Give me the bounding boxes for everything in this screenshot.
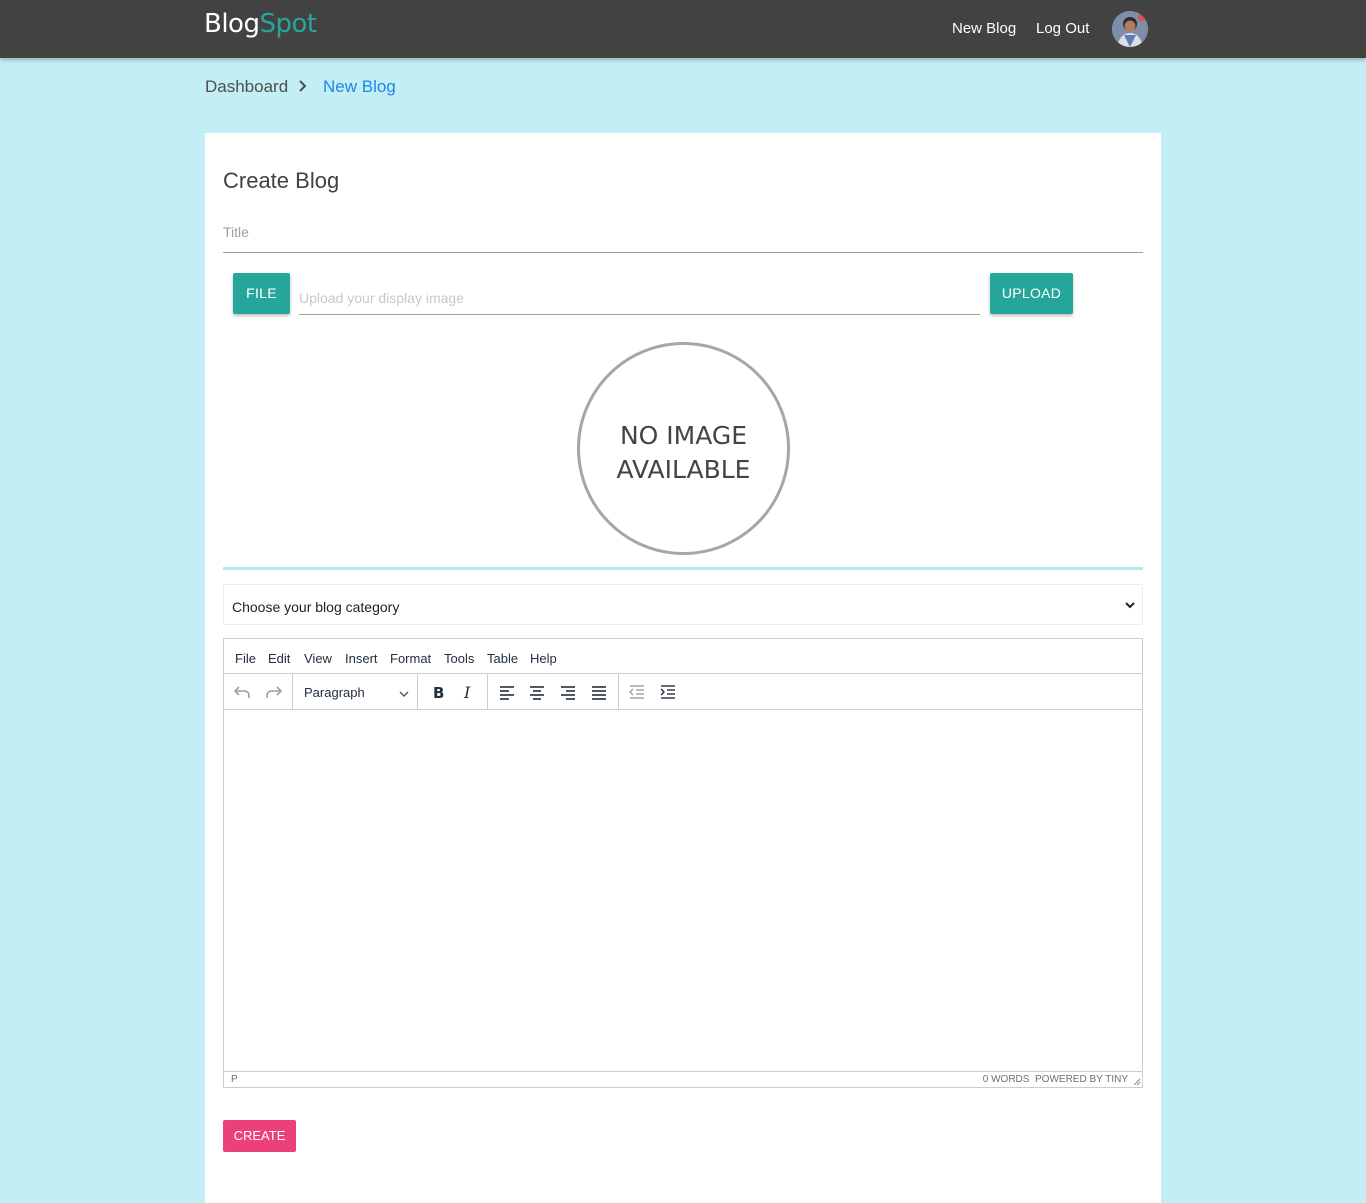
menu-tools[interactable]: Tools [444, 651, 474, 666]
breadcrumb-dashboard[interactable]: Dashboard [205, 77, 288, 97]
breadcrumb-new-blog: New Blog [323, 77, 396, 96]
brand-logo[interactable]: BlogSpot [204, 9, 317, 39]
bold-icon[interactable]: B [427, 681, 449, 703]
toolbar-separator [417, 674, 418, 709]
rich-text-editor: File Edit View Insert Format Tools Table… [223, 638, 1143, 1088]
menu-format[interactable]: Format [390, 651, 431, 666]
nav-new-blog-link[interactable]: New Blog [952, 20, 1016, 37]
user-avatar[interactable] [1112, 11, 1148, 47]
status-right: 0 WORDS POWERED BY TINY [983, 1074, 1128, 1085]
category-select[interactable]: Choose your blog category [223, 584, 1143, 625]
brand-logo-part1: Blog [204, 9, 260, 39]
chevron-down-icon [398, 687, 410, 699]
menu-file[interactable]: File [235, 651, 256, 666]
editor-statusbar: P 0 WORDS POWERED BY TINY [224, 1071, 1142, 1087]
outdent-icon[interactable] [626, 681, 648, 703]
menu-table[interactable]: Table [487, 651, 518, 666]
menu-edit[interactable]: Edit [268, 651, 290, 666]
menu-view[interactable]: View [304, 651, 332, 666]
editor-content-area[interactable] [224, 710, 1142, 1072]
align-right-icon[interactable] [557, 681, 579, 703]
file-button[interactable]: FILE [233, 273, 290, 314]
nav-logout-link[interactable]: Log Out [1036, 20, 1089, 37]
word-count[interactable]: 0 WORDS [983, 1074, 1030, 1085]
block-format-label: Paragraph [304, 685, 365, 700]
chevron-down-icon [1124, 598, 1136, 610]
chevron-right-icon [296, 79, 310, 93]
resize-handle-icon[interactable] [1133, 1078, 1141, 1086]
brand-logo-part2: Spot [259, 9, 317, 39]
align-center-icon[interactable] [526, 681, 548, 703]
menu-insert[interactable]: Insert [345, 651, 378, 666]
image-preview-placeholder: NO IMAGE AVAILABLE [577, 342, 790, 555]
upload-image-input[interactable] [299, 282, 980, 315]
toolbar-separator [487, 674, 488, 709]
section-divider [223, 567, 1143, 570]
indent-icon[interactable] [657, 681, 679, 703]
toolbar-separator [618, 674, 619, 709]
toolbar-separator [292, 674, 293, 709]
top-navbar: BlogSpot New Blog Log Out [0, 0, 1366, 58]
undo-icon[interactable] [231, 681, 253, 703]
create-blog-card: Create Blog Title FILE UPLOAD NO IMAGE A… [205, 133, 1161, 1203]
block-format-select[interactable]: Paragraph [298, 678, 414, 706]
create-button[interactable]: CREATE [223, 1120, 296, 1152]
redo-icon[interactable] [263, 681, 285, 703]
align-left-icon[interactable] [496, 681, 518, 703]
svg-text:I: I [463, 683, 471, 702]
no-image-line1: NO IMAGE [619, 421, 748, 450]
page-title: Create Blog [223, 168, 340, 193]
title-field[interactable]: Title [223, 218, 1143, 253]
title-label: Title [223, 224, 249, 240]
editor-menubar: File Edit View Insert Format Tools Table… [224, 639, 1142, 674]
powered-by-link[interactable]: POWERED BY TINY [1035, 1074, 1128, 1085]
svg-text:B: B [433, 684, 444, 702]
category-select-label: Choose your blog category [232, 599, 400, 615]
upload-button[interactable]: UPLOAD [990, 273, 1073, 314]
element-path[interactable]: P [231, 1074, 238, 1085]
no-image-line2: AVAILABLE [616, 455, 751, 484]
menu-help[interactable]: Help [530, 651, 557, 666]
align-justify-icon[interactable] [588, 681, 610, 703]
editor-toolbar: Paragraph B I [224, 674, 1142, 710]
italic-icon[interactable]: I [457, 681, 479, 703]
